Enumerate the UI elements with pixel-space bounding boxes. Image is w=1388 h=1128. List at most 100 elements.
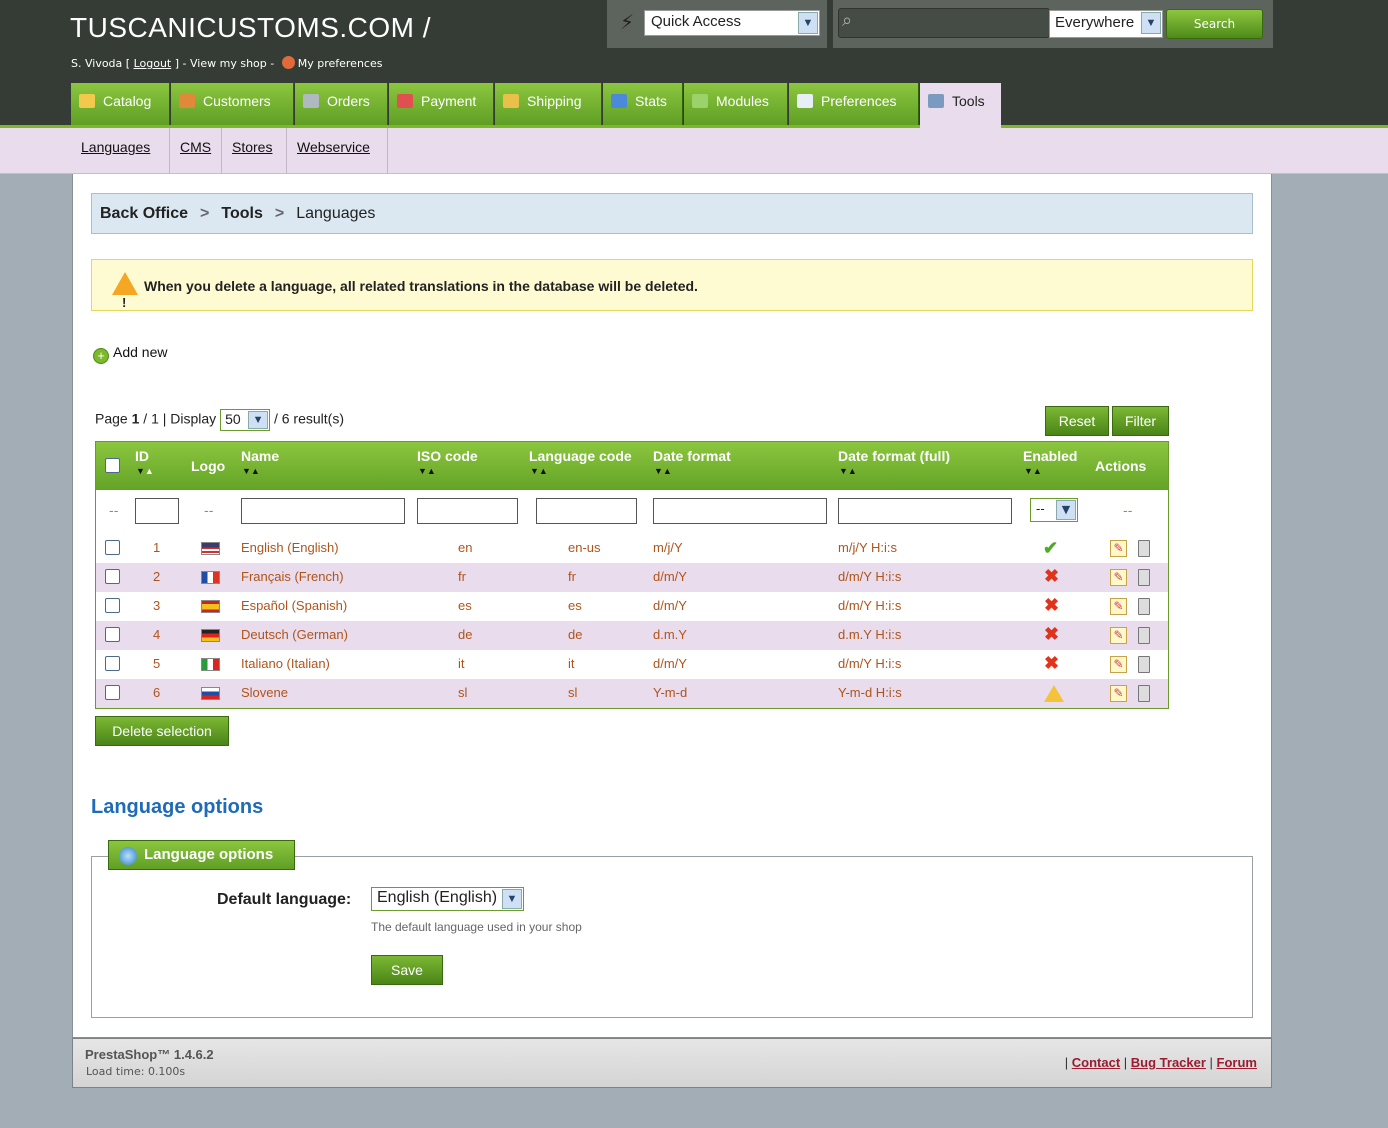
sort-enabled-icon[interactable]: ▼▲ xyxy=(1024,466,1042,476)
row-checkbox[interactable] xyxy=(105,656,120,671)
delete-icon[interactable] xyxy=(1138,540,1150,557)
subnav-cms[interactable]: CMS xyxy=(170,128,222,174)
delete-icon[interactable] xyxy=(1138,656,1150,673)
add-new-link[interactable]: + Add new xyxy=(93,344,167,364)
disabled-cross-icon[interactable]: ✖ xyxy=(1044,653,1059,674)
contact-link[interactable]: Contact xyxy=(1072,1055,1120,1070)
tab-customers[interactable]: Customers xyxy=(171,83,294,125)
row-language-code: en-us xyxy=(568,540,601,555)
results-count: 6 result(s) xyxy=(281,410,344,427)
search-button[interactable]: Search xyxy=(1166,9,1263,39)
display-label: Display xyxy=(170,410,217,427)
sort-iso-icon[interactable]: ▼▲ xyxy=(418,466,436,476)
breadcrumb-back-office[interactable]: Back Office xyxy=(100,205,188,222)
tab-tools[interactable]: Tools xyxy=(920,83,1001,128)
row-checkbox[interactable] xyxy=(105,540,120,555)
filter-date-format-full-input[interactable] xyxy=(838,498,1012,524)
sort-date-format-full-icon[interactable]: ▼▲ xyxy=(839,466,857,476)
shop-title: TUSCANICUSTOMS.COM / xyxy=(70,12,432,43)
delete-icon[interactable] xyxy=(1138,569,1150,586)
sort-id-icon[interactable]: ▼▲ xyxy=(136,466,154,476)
row-language-code: sl xyxy=(568,685,578,700)
search-input[interactable] xyxy=(838,8,1050,38)
warning-icon[interactable] xyxy=(1044,685,1064,702)
tab-shipping[interactable]: Shipping xyxy=(495,83,602,125)
edit-icon[interactable]: ✎ xyxy=(1110,598,1127,615)
delete-icon[interactable] xyxy=(1138,598,1150,615)
de-flag-icon xyxy=(201,629,220,642)
edit-icon[interactable]: ✎ xyxy=(1110,569,1127,586)
tab-orders[interactable]: Orders xyxy=(295,83,388,125)
bug-tracker-link[interactable]: Bug Tracker xyxy=(1131,1055,1206,1070)
col-date-format-full: Date format (full) xyxy=(838,448,950,464)
reset-button[interactable]: Reset xyxy=(1045,406,1109,436)
row-checkbox[interactable] xyxy=(105,685,120,700)
subnav-webservice[interactable]: Webservice xyxy=(287,128,388,174)
tab-label: Stats xyxy=(635,93,667,109)
row-date-format: d.m.Y xyxy=(653,627,687,642)
delete-icon[interactable] xyxy=(1138,685,1150,702)
payment-icon xyxy=(397,94,413,108)
disabled-cross-icon[interactable]: ✖ xyxy=(1044,566,1059,587)
table-row: 6 Slovene sl sl Y-m-d Y-m-d H:i:s ✎ xyxy=(96,679,1168,708)
col-name: Name xyxy=(241,448,280,464)
row-iso: de xyxy=(458,627,473,642)
tab-modules[interactable]: Modules xyxy=(684,83,788,125)
disabled-cross-icon[interactable]: ✖ xyxy=(1044,595,1059,616)
sort-name-icon[interactable]: ▼▲ xyxy=(242,466,260,476)
filter-date-format-input[interactable] xyxy=(653,498,827,524)
quick-access-select[interactable]: Quick Access ▼ xyxy=(644,10,820,36)
tab-stats[interactable]: Stats xyxy=(603,83,683,125)
my-preferences-link[interactable]: My preferences xyxy=(298,57,383,70)
row-date-format-full: d.m.Y H:i:s xyxy=(838,627,902,642)
filter-name-input[interactable] xyxy=(241,498,405,524)
filter-language-code-input[interactable] xyxy=(536,498,637,524)
row-date-format-full: d/m/Y H:i:s xyxy=(838,598,902,613)
sort-language-code-icon[interactable]: ▼▲ xyxy=(530,466,548,476)
filter-iso-input[interactable] xyxy=(417,498,518,524)
tab-catalog[interactable]: Catalog xyxy=(71,83,170,125)
user-line: S. Vivoda [ Logout ] - View my shop - My… xyxy=(71,56,383,70)
edit-icon[interactable]: ✎ xyxy=(1110,627,1127,644)
tab-label: Customers xyxy=(203,93,271,109)
filter-enabled-select[interactable]: -- ▼ xyxy=(1030,498,1078,522)
save-button[interactable]: Save xyxy=(371,955,443,985)
row-name: Français (French) xyxy=(241,569,344,584)
warning-text: When you delete a language, all related … xyxy=(144,278,698,294)
filter-button[interactable]: Filter xyxy=(1112,406,1169,436)
row-id: 4 xyxy=(153,627,161,642)
sort-date-format-icon[interactable]: ▼▲ xyxy=(654,466,672,476)
footer-brand: PrestaShop™ 1.4.6.2 xyxy=(85,1047,214,1062)
breadcrumb-tools[interactable]: Tools xyxy=(221,205,262,222)
edit-icon[interactable]: ✎ xyxy=(1110,685,1127,702)
filter-dash: -- xyxy=(204,504,214,519)
col-date-format: Date format xyxy=(653,448,731,464)
enabled-check-icon[interactable]: ✔ xyxy=(1043,538,1058,559)
row-checkbox[interactable] xyxy=(105,627,120,642)
filter-id-input[interactable] xyxy=(135,498,179,524)
logout-link[interactable]: Logout xyxy=(134,57,172,70)
row-iso: fr xyxy=(458,569,466,584)
tab-preferences[interactable]: Preferences xyxy=(789,83,919,125)
edit-icon[interactable]: ✎ xyxy=(1110,540,1127,557)
forum-link[interactable]: Forum xyxy=(1217,1055,1257,1070)
edit-icon[interactable]: ✎ xyxy=(1110,656,1127,673)
subnav-languages[interactable]: Languages xyxy=(71,128,170,174)
view-shop-link[interactable]: View my shop xyxy=(190,57,267,70)
subnav-stores[interactable]: Stores xyxy=(222,128,287,174)
row-language-code: fr xyxy=(568,569,576,584)
disabled-cross-icon[interactable]: ✖ xyxy=(1044,624,1059,645)
tab-payment[interactable]: Payment xyxy=(389,83,494,125)
tab-label: Preferences xyxy=(821,93,897,109)
row-checkbox[interactable] xyxy=(105,598,120,613)
per-page-select[interactable]: 50 ▼ xyxy=(220,409,271,431)
row-checkbox[interactable] xyxy=(105,569,120,584)
tools-icon xyxy=(928,94,944,108)
delete-icon[interactable] xyxy=(1138,627,1150,644)
delete-selection-button[interactable]: Delete selection xyxy=(95,716,229,746)
search-scope-select[interactable]: Everywhere ▼ xyxy=(1049,10,1163,38)
row-id: 1 xyxy=(153,540,161,555)
default-language-select[interactable]: English (English) ▼ xyxy=(371,887,524,911)
select-all-checkbox[interactable] xyxy=(105,458,120,473)
preferences-icon xyxy=(797,94,813,108)
